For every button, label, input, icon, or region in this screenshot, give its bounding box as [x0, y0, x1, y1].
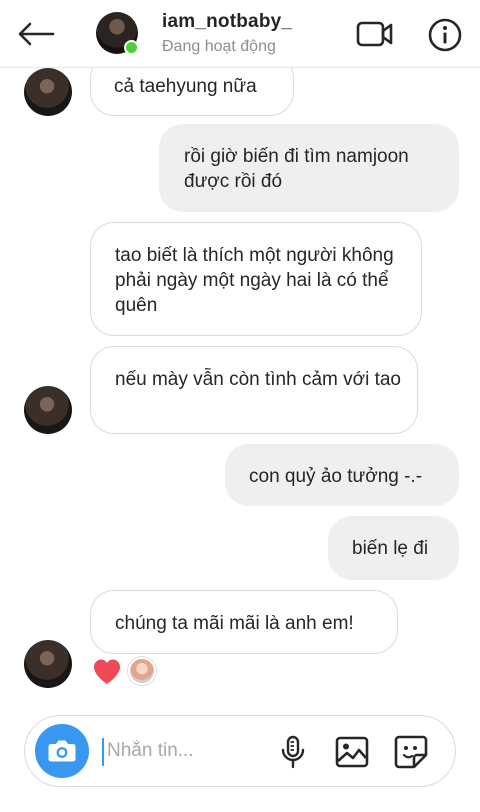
text-caret [102, 738, 104, 766]
chat-header: iam_notbaby_ Đang hoạt động [0, 0, 480, 68]
sender-avatar[interactable] [24, 386, 72, 434]
camera-button[interactable] [35, 724, 89, 778]
reactor-avatar [128, 657, 156, 685]
sticker-icon [394, 735, 428, 769]
video-camera-icon [356, 21, 393, 47]
back-button[interactable] [14, 14, 58, 54]
message-bubble-outgoing[interactable]: con quỷ ảo tưởng -.- [225, 444, 459, 506]
voice-message-button[interactable] [275, 734, 311, 770]
image-icon [335, 736, 369, 768]
message-bubble-incoming[interactable]: tao biết là thích một người không phải n… [90, 222, 422, 336]
sender-avatar[interactable] [24, 68, 72, 116]
online-status-dot [124, 40, 139, 55]
message-reactions[interactable] [92, 656, 156, 686]
info-button[interactable] [426, 16, 464, 54]
message-bubble-outgoing[interactable]: biến lẹ đi [328, 516, 459, 580]
message-input[interactable] [107, 734, 267, 768]
info-circle-icon [428, 18, 462, 52]
message-bubble-outgoing[interactable]: rồi giờ biến đi tìm namjoon được rồi đó [159, 124, 459, 212]
contact-username[interactable]: iam_notbaby_ [162, 11, 292, 33]
camera-icon [48, 740, 76, 762]
heart-icon [94, 659, 120, 684]
message-composer [24, 715, 456, 787]
arrow-left-icon [18, 22, 55, 46]
microphone-icon [281, 735, 305, 769]
sticker-button[interactable] [393, 734, 429, 770]
sender-avatar[interactable] [24, 640, 72, 688]
gallery-button[interactable] [334, 734, 370, 770]
video-call-button[interactable] [355, 16, 395, 52]
message-bubble-incoming[interactable]: chúng ta mãi mãi là anh em! [90, 590, 398, 654]
contact-activity-status: Đang hoạt động [162, 38, 276, 55]
message-bubble-incoming[interactable]: nếu mày vẫn còn tình cảm với tao [90, 346, 418, 434]
